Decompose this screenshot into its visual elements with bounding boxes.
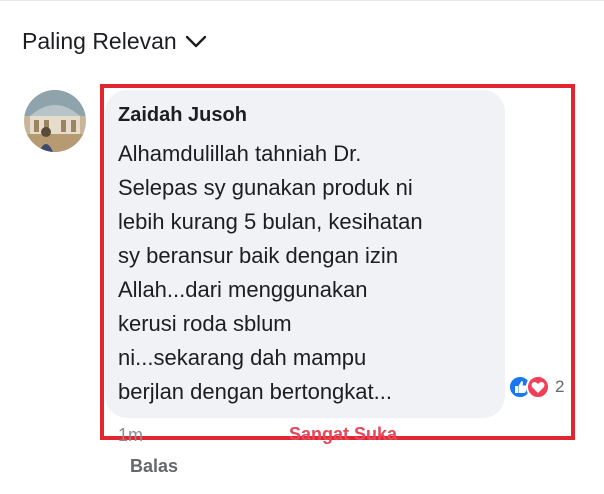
sort-label: Paling Relevan: [22, 28, 177, 54]
love-icon: [526, 375, 550, 399]
reaction-summary[interactable]: 2: [508, 375, 564, 399]
comment-line: Alhamdulillah tahniah Dr.: [118, 141, 362, 166]
reaction-button[interactable]: Sangat Suka: [289, 424, 397, 445]
comment-author[interactable]: Zaidah Jusoh: [118, 104, 495, 127]
comment-line: kerusi roda sblum: [118, 311, 292, 336]
comment-line: lebih kurang 5 bulan, kesihatan: [118, 209, 423, 234]
divider: [0, 0, 604, 1]
comment-timestamp: 1m: [118, 425, 144, 445]
comment-line: berjlan dengan bertongkat...: [118, 379, 392, 404]
comment-section: Paling Relevan Zaidah Jusoh Alhamdulilla…: [0, 0, 604, 494]
comment-line: Allah...dari menggunakan: [118, 277, 368, 302]
sort-dropdown[interactable]: Paling Relevan: [22, 28, 207, 55]
avatar[interactable]: [24, 90, 86, 152]
comment-line: ni...sekarang dah mampu: [118, 345, 367, 370]
reaction-count: 2: [555, 377, 565, 396]
comment-line: sy beransur baik dengan izin: [118, 243, 399, 268]
profile-photo-icon: [24, 90, 86, 152]
chevron-down-icon: [185, 35, 206, 47]
comment-bubble: Zaidah Jusoh Alhamdulillah tahniah Dr. S…: [105, 90, 505, 418]
comment-line: Selepas sy gunakan produk ni: [118, 175, 413, 200]
reaction-icons: [508, 375, 550, 399]
reply-button[interactable]: Balas: [130, 456, 178, 477]
